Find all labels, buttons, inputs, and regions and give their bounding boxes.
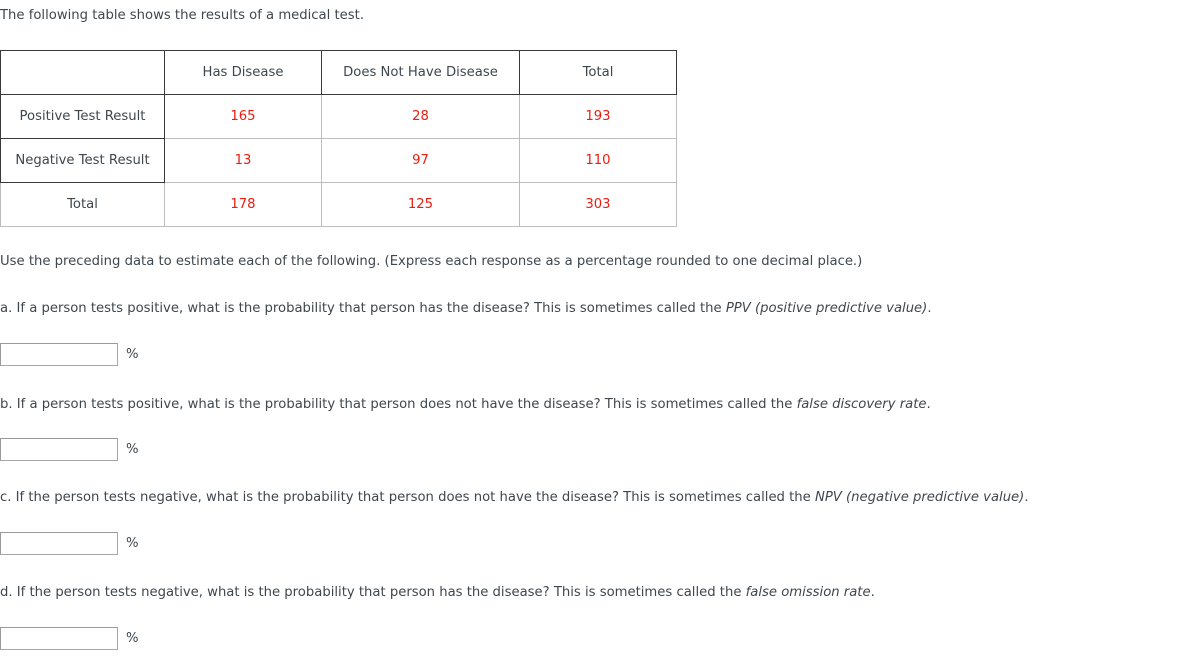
cell-total-has-disease: 178 — [164, 182, 322, 227]
question-b-emphasis: false discovery rate — [796, 397, 927, 412]
answer-row-d: % — [0, 627, 139, 650]
cell-grand-total: 303 — [519, 182, 677, 227]
instruction-text: Use the preceding data to estimate each … — [0, 254, 863, 269]
contingency-table-wrapper: Has Disease Does Not Have Disease Total … — [0, 50, 677, 227]
column-header-has-disease: Has Disease — [164, 50, 322, 95]
table-row: Positive Test Result 165 28 193 — [0, 94, 677, 139]
row-header-positive-test-result: Positive Test Result — [0, 94, 165, 139]
question-c-trail: . — [1024, 490, 1029, 505]
question-b-text: b. If a person tests positive, what is t… — [0, 396, 931, 413]
cell-total-no-disease: 125 — [321, 182, 520, 227]
question-a-emphasis: PPV (positive predictive value) — [725, 301, 928, 316]
intro-text: The following table shows the results of… — [0, 8, 365, 23]
answer-row-c: % — [0, 532, 139, 555]
cell-positive-no-disease: 28 — [321, 94, 520, 139]
cell-positive-has-disease: 165 — [164, 94, 322, 139]
cell-negative-has-disease: 13 — [164, 138, 322, 183]
answer-input-b[interactable] — [0, 438, 118, 461]
answer-row-a: % — [0, 343, 139, 366]
question-b-trail: . — [926, 397, 931, 412]
table-header-row: Has Disease Does Not Have Disease Total — [0, 50, 677, 95]
answer-row-b: % — [0, 438, 139, 461]
contingency-table: Has Disease Does Not Have Disease Total … — [0, 50, 677, 227]
question-a-lead: a. If a person tests positive, what is t… — [0, 301, 726, 316]
question-c-lead: c. If the person tests negative, what is… — [0, 490, 815, 505]
percent-label-c: % — [126, 536, 139, 551]
question-d-emphasis: false omission rate — [745, 585, 871, 600]
percent-label-b: % — [126, 442, 139, 457]
percent-label-a: % — [126, 347, 139, 362]
question-d-trail: . — [870, 585, 875, 600]
column-header-does-not-have-disease: Does Not Have Disease — [321, 50, 520, 95]
answer-input-d[interactable] — [0, 627, 118, 650]
question-b-lead: b. If a person tests positive, what is t… — [0, 397, 797, 412]
question-a-trail: . — [927, 301, 932, 316]
worksheet-page: The following table shows the results of… — [0, 0, 1200, 663]
question-a-text: a. If a person tests positive, what is t… — [0, 300, 932, 317]
cell-positive-total: 193 — [519, 94, 677, 139]
answer-input-c[interactable] — [0, 532, 118, 555]
answer-input-a[interactable] — [0, 343, 118, 366]
table-corner-cell — [0, 50, 165, 95]
question-c-text: c. If the person tests negative, what is… — [0, 489, 1029, 506]
table-row: Negative Test Result 13 97 110 — [0, 138, 677, 183]
row-header-total: Total — [0, 182, 165, 227]
question-d-lead: d. If the person tests negative, what is… — [0, 585, 746, 600]
question-d-text: d. If the person tests negative, what is… — [0, 584, 875, 601]
question-c-emphasis: NPV (negative predictive value) — [814, 490, 1025, 505]
cell-negative-no-disease: 97 — [321, 138, 520, 183]
percent-label-d: % — [126, 631, 139, 646]
row-header-negative-test-result: Negative Test Result — [0, 138, 165, 183]
table-row-total: Total 178 125 303 — [0, 182, 677, 227]
cell-negative-total: 110 — [519, 138, 677, 183]
column-header-total: Total — [519, 50, 677, 95]
